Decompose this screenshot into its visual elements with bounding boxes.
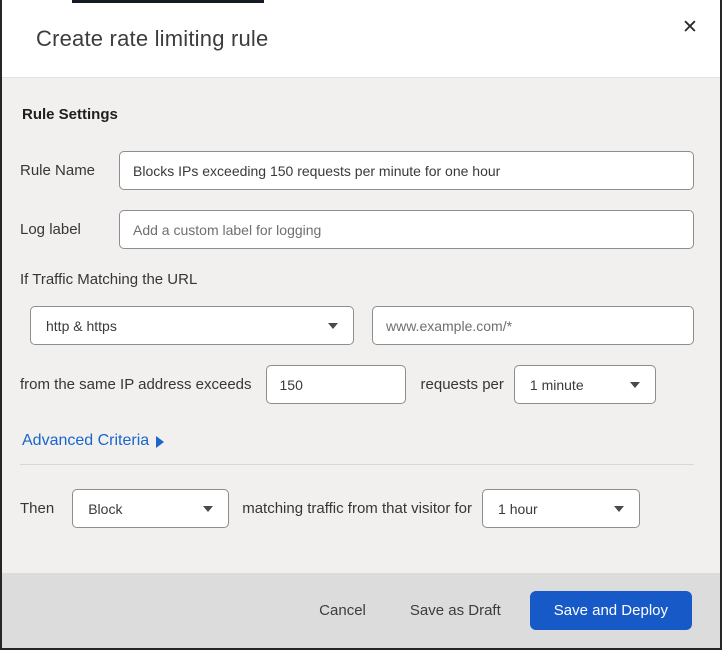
section-divider — [20, 464, 694, 465]
duration-select-value: 1 hour — [498, 500, 538, 517]
scheme-select[interactable]: http & https — [30, 306, 354, 345]
rule-name-input[interactable] — [119, 151, 694, 190]
threshold-count-input[interactable] — [265, 365, 406, 404]
scheme-select-value: http & https — [46, 317, 117, 334]
save-as-draft-button[interactable]: Save as Draft — [410, 602, 501, 619]
then-row: Then Block matching traffic from that vi… — [20, 489, 694, 528]
log-label-label: Log label — [20, 221, 81, 238]
then-middle-text: matching traffic from that visitor for — [242, 500, 473, 517]
period-select[interactable]: 1 minute — [513, 365, 656, 404]
create-rate-limiting-rule-dialog: Create rate limiting rule ✕ Rule Setting… — [0, 0, 722, 650]
chevron-down-icon — [614, 505, 625, 512]
advanced-criteria-label: Advanced Criteria — [22, 432, 150, 449]
rule-name-row: Rule Name — [20, 151, 694, 190]
then-label: Then — [20, 500, 55, 517]
cancel-button[interactable]: Cancel — [319, 602, 366, 619]
save-and-deploy-button[interactable]: Save and Deploy — [529, 591, 692, 630]
period-select-value: 1 minute — [529, 376, 584, 393]
log-label-input[interactable] — [119, 210, 694, 249]
chevron-down-icon — [629, 381, 640, 388]
action-select[interactable]: Block — [72, 489, 230, 528]
traffic-match-intro: If Traffic Matching the URL — [20, 271, 198, 288]
threshold-row: from the same IP address exceeds request… — [20, 365, 694, 404]
dialog-title: Create rate limiting rule — [36, 25, 269, 51]
threshold-prefix-text: from the same IP address exceeds — [20, 376, 252, 393]
close-icon[interactable]: ✕ — [676, 14, 704, 42]
duration-select[interactable]: 1 hour — [482, 489, 641, 528]
triangle-right-icon — [156, 436, 165, 448]
threshold-suffix-text: requests per — [420, 376, 504, 393]
chevron-down-icon — [203, 505, 214, 512]
background-page-sliver — [72, 0, 264, 3]
action-select-value: Block — [88, 500, 123, 517]
dialog-body: Rule Settings Rule Name Log label If Tra… — [2, 78, 720, 573]
url-pattern-input[interactable] — [372, 306, 694, 345]
log-label-row: Log label — [20, 210, 694, 249]
rule-name-label: Rule Name — [20, 162, 96, 179]
rule-settings-heading: Rule Settings — [22, 106, 118, 123]
dialog-header: Create rate limiting rule ✕ — [2, 0, 720, 78]
dialog-footer: Cancel Save as Draft Save and Deploy — [2, 573, 720, 648]
chevron-down-icon — [328, 322, 338, 329]
url-match-row: http & https — [30, 306, 694, 345]
advanced-criteria-link[interactable]: Advanced Criteria — [22, 432, 165, 450]
